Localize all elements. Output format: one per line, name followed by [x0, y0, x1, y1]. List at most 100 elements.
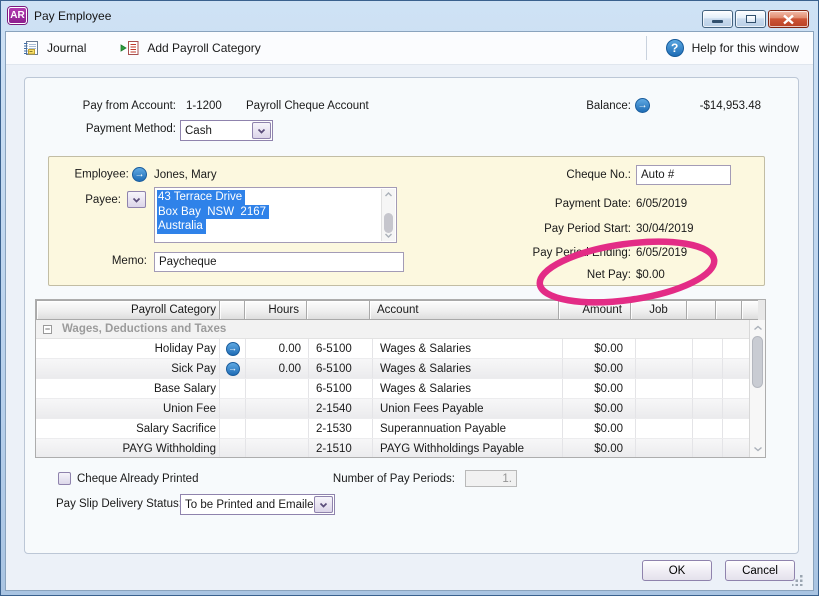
payment-method-select[interactable]: Cash: [180, 120, 273, 141]
cell-amount[interactable]: $0.00: [563, 359, 636, 378]
app-icon: AR: [8, 7, 27, 24]
payee-scroll-thumb[interactable]: [384, 213, 393, 233]
memo-input[interactable]: [154, 252, 404, 272]
table-row[interactable]: Sick Pay → 0.00 6-5100 Wages & Salaries …: [36, 359, 765, 379]
pay-slip-delivery-status-select[interactable]: To be Printed and Emailed: [180, 494, 335, 515]
cell-job[interactable]: [636, 439, 693, 457]
cell-account[interactable]: Wages & Salaries: [373, 379, 563, 398]
cell-account-number[interactable]: 6-5100: [309, 379, 373, 398]
cell-amount[interactable]: $0.00: [563, 439, 636, 457]
cancel-button[interactable]: Cancel: [725, 560, 795, 581]
cell-amount[interactable]: $0.00: [563, 339, 636, 358]
chevron-down-icon[interactable]: [314, 496, 333, 513]
journal-button[interactable]: Journal: [14, 36, 94, 60]
row-detail-arrow-icon[interactable]: →: [226, 362, 240, 376]
cell-hours[interactable]: [246, 399, 309, 418]
collapse-group-icon[interactable]: −: [43, 325, 52, 334]
chevron-down-icon[interactable]: [252, 122, 271, 139]
cell-payroll-category[interactable]: Sick Pay: [36, 359, 220, 378]
employee-label: Employee:: [74, 169, 128, 181]
help-button[interactable]: ? Help for this window: [658, 35, 807, 61]
header-payroll-category[interactable]: Payroll Category: [36, 300, 220, 320]
cell-payroll-category[interactable]: Salary Sacrifice: [36, 419, 220, 438]
table-row[interactable]: Base Salary 6-5100 Wages & Salaries $0.0…: [36, 379, 765, 399]
pay-employee-panel: Pay from Account: 1-1200 Payroll Cheque …: [24, 77, 799, 554]
cell-amount[interactable]: $0.00: [563, 419, 636, 438]
number-of-pay-periods-input: [465, 470, 517, 487]
header-job[interactable]: Job: [630, 300, 687, 320]
table-scrollbar[interactable]: [749, 320, 765, 457]
cell-account-number[interactable]: 2-1530: [309, 419, 373, 438]
cell-job[interactable]: [636, 339, 693, 358]
cell-hours[interactable]: 0.00: [246, 339, 309, 358]
cell-payroll-category[interactable]: PAYG Withholding: [36, 439, 220, 457]
cell-account-number[interactable]: 6-5100: [309, 339, 373, 358]
help-label: Help for this window: [692, 41, 799, 55]
table-body: − Wages, Deductions and Taxes Holiday Pa…: [36, 320, 765, 457]
cell-account-number[interactable]: 2-1540: [309, 399, 373, 418]
employee-detail-arrow-icon[interactable]: →: [132, 167, 147, 182]
cell-amount[interactable]: $0.00: [563, 379, 636, 398]
header-blank[interactable]: [715, 300, 742, 320]
cell-job[interactable]: [636, 379, 693, 398]
cell-hours[interactable]: 0.00: [246, 359, 309, 378]
cell-hours[interactable]: [246, 419, 309, 438]
pay-slip-delivery-status-label: Pay Slip Delivery Status:: [56, 498, 182, 510]
cell-job[interactable]: [636, 359, 693, 378]
cell-account[interactable]: Wages & Salaries: [373, 339, 563, 358]
payee-address-field[interactable]: 43 Terrace Drive Box Bay NSW 2167 Austra…: [154, 187, 397, 243]
header-account[interactable]: Account: [369, 300, 559, 320]
cheque-no-input[interactable]: [636, 165, 731, 185]
table-group-row[interactable]: − Wages, Deductions and Taxes: [36, 320, 765, 339]
payee-label-group: Payee:: [49, 191, 147, 208]
scroll-up-icon[interactable]: [384, 191, 393, 198]
header-blank[interactable]: [686, 300, 716, 320]
cell-account[interactable]: Wages & Salaries: [373, 359, 563, 378]
cell-account-number[interactable]: 6-5100: [309, 359, 373, 378]
pay-period-ending-value: 6/05/2019: [636, 247, 687, 259]
table-header: Payroll Category Hours Account Amount Jo…: [36, 300, 765, 320]
payee-label: Payee:: [85, 194, 121, 206]
cell-payroll-category[interactable]: Union Fee: [36, 399, 220, 418]
cell-hours[interactable]: [246, 439, 309, 457]
close-button[interactable]: [768, 10, 809, 28]
table-row[interactable]: Holiday Pay → 0.00 6-5100 Wages & Salari…: [36, 339, 765, 359]
payee-dropdown-button[interactable]: [127, 191, 146, 208]
help-icon: ?: [666, 39, 684, 57]
scroll-up-icon[interactable]: [753, 324, 763, 332]
row-detail-arrow-icon[interactable]: →: [226, 342, 240, 356]
cell-account-number[interactable]: 2-1510: [309, 439, 373, 457]
table-row[interactable]: Union Fee 2-1540 Union Fees Payable $0.0…: [36, 399, 765, 419]
header-blank[interactable]: [306, 300, 370, 320]
cell-job[interactable]: [636, 399, 693, 418]
header-amount[interactable]: Amount: [558, 300, 631, 320]
cell-hours[interactable]: [246, 379, 309, 398]
cell-payroll-category[interactable]: Holiday Pay: [36, 339, 220, 358]
scroll-down-icon[interactable]: [753, 445, 763, 453]
ok-button[interactable]: OK: [642, 560, 712, 581]
cheque-already-printed-checkbox[interactable]: [58, 472, 71, 485]
table-row[interactable]: Salary Sacrifice 2-1530 Superannuation P…: [36, 419, 765, 439]
resize-grip[interactable]: [792, 575, 803, 586]
title-bar[interactable]: AR Pay Employee: [1, 1, 818, 30]
pay-period-ending-label: Pay Period Ending:: [449, 247, 631, 259]
minimize-button[interactable]: [702, 10, 733, 28]
employee-label-group: Employee: →: [49, 167, 147, 182]
payee-scrollbar[interactable]: [381, 189, 395, 241]
cell-job[interactable]: [636, 419, 693, 438]
table-row[interactable]: PAYG Withholding 2-1510 PAYG Withholding…: [36, 439, 765, 457]
cell-amount[interactable]: $0.00: [563, 399, 636, 418]
table-scroll-thumb[interactable]: [752, 336, 763, 388]
header-hours[interactable]: Hours: [244, 300, 307, 320]
cell-account[interactable]: PAYG Withholdings Payable: [373, 439, 563, 457]
add-payroll-category-button[interactable]: Add Payroll Category: [112, 36, 268, 60]
payroll-table: Payroll Category Hours Account Amount Jo…: [35, 299, 766, 458]
header-blank[interactable]: [219, 300, 245, 320]
maximize-button[interactable]: [735, 10, 766, 28]
cell-payroll-category[interactable]: Base Salary: [36, 379, 220, 398]
scroll-down-icon[interactable]: [384, 232, 393, 239]
cell-account[interactable]: Union Fees Payable: [373, 399, 563, 418]
payee-address-line: Box Bay NSW 2167: [157, 205, 269, 220]
cell-account[interactable]: Superannuation Payable: [373, 419, 563, 438]
add-payroll-category-icon: [120, 40, 139, 56]
